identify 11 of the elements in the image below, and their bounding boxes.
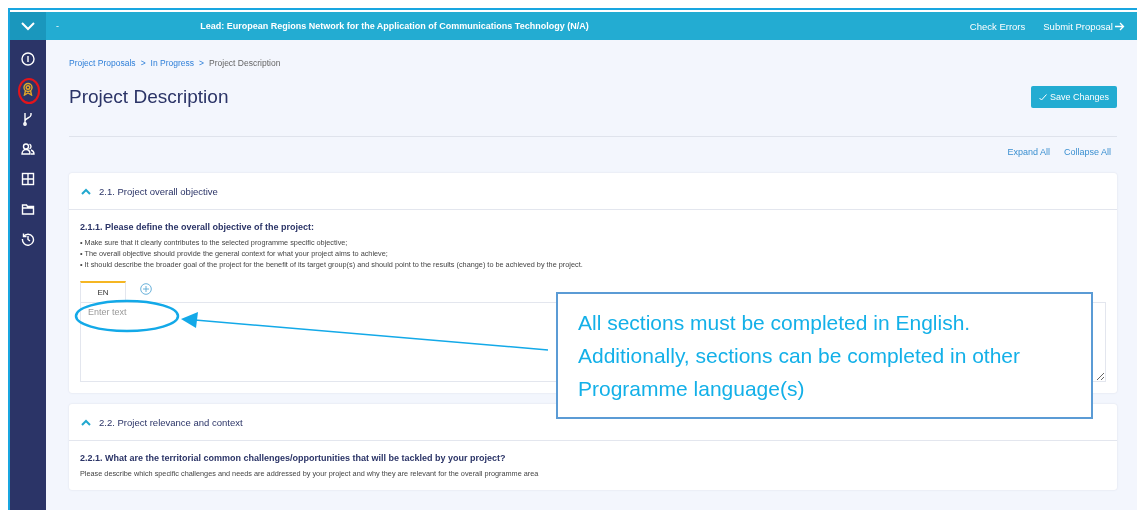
page-title: Project Description	[69, 86, 229, 108]
section-title: 2.1. Project overall objective	[99, 185, 218, 197]
question-text: 2.2.1. What are the territorial common challenges/opportunities that will be tackled by your project?	[80, 453, 507, 463]
question-text: 2.1.1. Please define the overall objective of the project:	[80, 222, 316, 232]
section-title: 2.2. Project relevance and context	[99, 416, 243, 428]
breadcrumb-separator: >	[140, 58, 146, 68]
breadcrumb-separator: >	[199, 58, 205, 68]
lead-partner-title: Lead: European Regions Network for the Application of Communications Technology (N/A)	[200, 21, 589, 31]
separator-text: -	[56, 21, 59, 31]
breadcrumb-current: Project Description	[209, 58, 281, 68]
callout-text: All sections must be completed in English. Additionally, sections can be completed in other Programme language(s)	[578, 310, 1022, 402]
